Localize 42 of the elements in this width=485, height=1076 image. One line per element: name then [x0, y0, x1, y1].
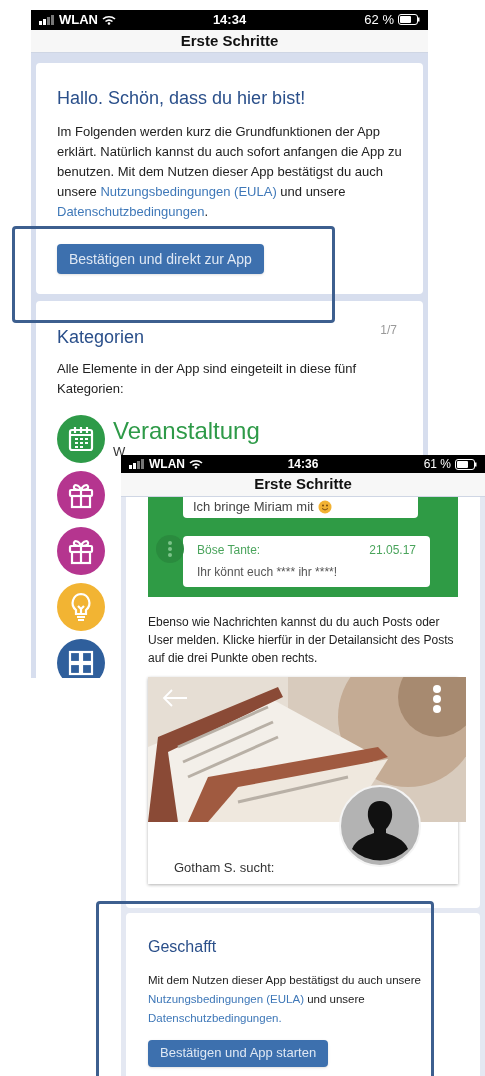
card-title: Geschafft: [148, 936, 217, 957]
clock: 14:36: [287, 456, 319, 473]
category-title: Veranstaltung: [113, 418, 260, 444]
clock: 14:34: [212, 11, 247, 29]
page-indicator: 1/7: [380, 322, 397, 339]
start-app-button[interactable]: Bestätigen und App starten: [148, 1039, 329, 1067]
battery-icon: [455, 458, 477, 470]
body-text: Mit dem Nutzen dieser App bestätigst du auch unsere Nutzungsbedingungen (EULA) und unsere Datenschutzbedingungen.: [148, 972, 422, 1026]
screen-title: Erste Schritte: [180, 30, 279, 51]
gift-icon: [67, 537, 95, 565]
signal-icon: [39, 14, 55, 25]
message-author: Böse Tante:: [197, 542, 261, 560]
lightbulb-icon: [69, 592, 93, 622]
grid-icon: [68, 650, 94, 676]
battery-label: 62 %: [364, 11, 394, 29]
more-menu-icon[interactable]: [432, 684, 442, 713]
carrier-label: WLAN: [149, 456, 185, 473]
message-date: 21.05.17: [369, 542, 416, 560]
body-text: Ebenso wie Nachrichten kannst du du auch Posts oder User melden. Klicke hierfür in der Detailansicht des Posts auf die drei Punkte oben rechts.: [148, 613, 455, 667]
message-text: Ich bringe Miriam mit: [193, 498, 314, 517]
battery-label: 61 %: [423, 456, 451, 473]
body-text: Im Folgenden werden kurz die Grundfunktionen der App erklärt. Natürlich kannst du auch sofort anfangen die App zu benutzen. Mit dem Nutzen dieser App bestätigst du auch unsere Nutzungsbedingungen (EULA) und unsere Datenschutzbedingungen.: [57, 123, 402, 221]
message-text: Ihr könnt euch **** ihr ****!: [197, 564, 339, 582]
confirm-button[interactable]: Bestätigen und direkt zur App: [57, 244, 264, 274]
terms-link[interactable]: Datenschutzbedingungen.: [148, 1011, 282, 1024]
carrier-label: WLAN: [59, 11, 98, 29]
card-title: Kategorien: [57, 326, 145, 349]
screen-title: Erste Schritte: [254, 474, 352, 494]
avatar-icon: [339, 784, 421, 867]
card-title: Hallo. Schön, dass du hier bist!: [57, 87, 306, 110]
gift-icon: [67, 481, 95, 509]
battery-icon: [398, 14, 420, 26]
signal-icon: [129, 459, 145, 469]
calendar-icon: [68, 426, 94, 452]
terms-link[interactable]: Nutzungsbedingungen (EULA): [148, 992, 304, 1005]
more-icon: [156, 534, 184, 563]
terms-link[interactable]: Nutzungsbedingungen (EULA): [100, 184, 277, 199]
body-text: Alle Elemente in der App sind eingeteilt in diese fünf Kategorien:: [57, 360, 358, 398]
post-author: Gotham S. sucht:: [174, 859, 275, 877]
wifi-icon: [189, 459, 203, 469]
wifi-icon: [102, 14, 116, 25]
smiley-icon: [317, 500, 332, 515]
